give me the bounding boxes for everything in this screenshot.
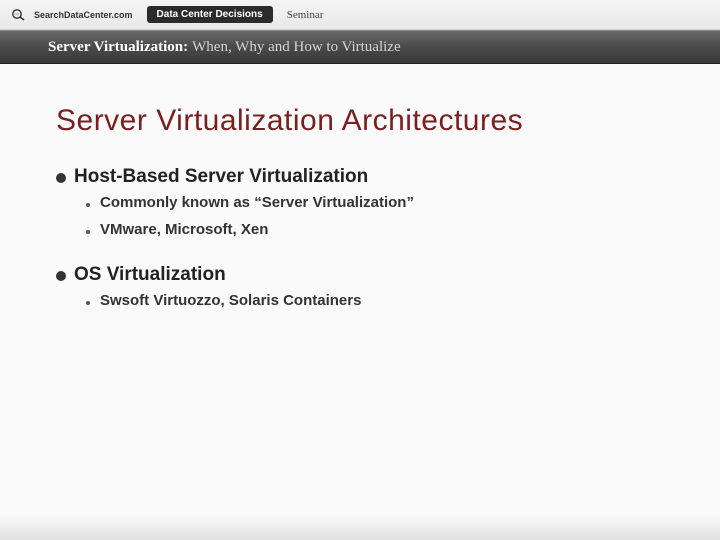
bullet-level2: Swsoft Virtuozzo, Solaris Containers [86,292,672,309]
bullet-text: OS Virtualization [74,264,226,286]
bullet-level2: VMware, Microsoft, Xen [86,221,672,238]
subbullet-text: VMware, Microsoft, Xen [100,221,268,238]
bullet-level1: OS Virtualization [56,264,672,286]
bullet-text: Host-Based Server Virtualization [74,166,368,188]
bullet-level2: Commonly known as “Server Virtualization… [86,194,672,211]
slide-title: Server Virtualization Architectures [56,104,672,138]
subbullet-text: Swsoft Virtuozzo, Solaris Containers [100,292,361,309]
header-top-bar: SearchDataCenter.com Data Center Decisio… [0,0,720,30]
subbullet-dot-icon [86,230,90,234]
magnifier-icon [10,8,30,22]
footer-gradient [0,514,720,540]
bullet-dot-icon [56,173,66,183]
bullet-level1: Host-Based Server Virtualization [56,166,672,188]
bullet-dot-icon [56,271,66,281]
brand-text: SearchDataCenter.com [34,10,133,20]
seminar-label: Seminar [287,9,324,21]
pill-label: Data Center Decisions [147,6,273,23]
subbullet-dot-icon [86,301,90,305]
title-band: Server Virtualization: When, Why and How… [0,30,720,64]
subbullet-text: Commonly known as “Server Virtualization… [100,194,414,211]
slide-content: Server Virtualization Architectures Host… [0,64,720,339]
brand-logo: SearchDataCenter.com [10,8,133,22]
title-band-strong: Server Virtualization: [48,39,188,56]
title-band-light: When, Why and How to Virtualize [192,39,401,56]
subbullet-dot-icon [86,203,90,207]
